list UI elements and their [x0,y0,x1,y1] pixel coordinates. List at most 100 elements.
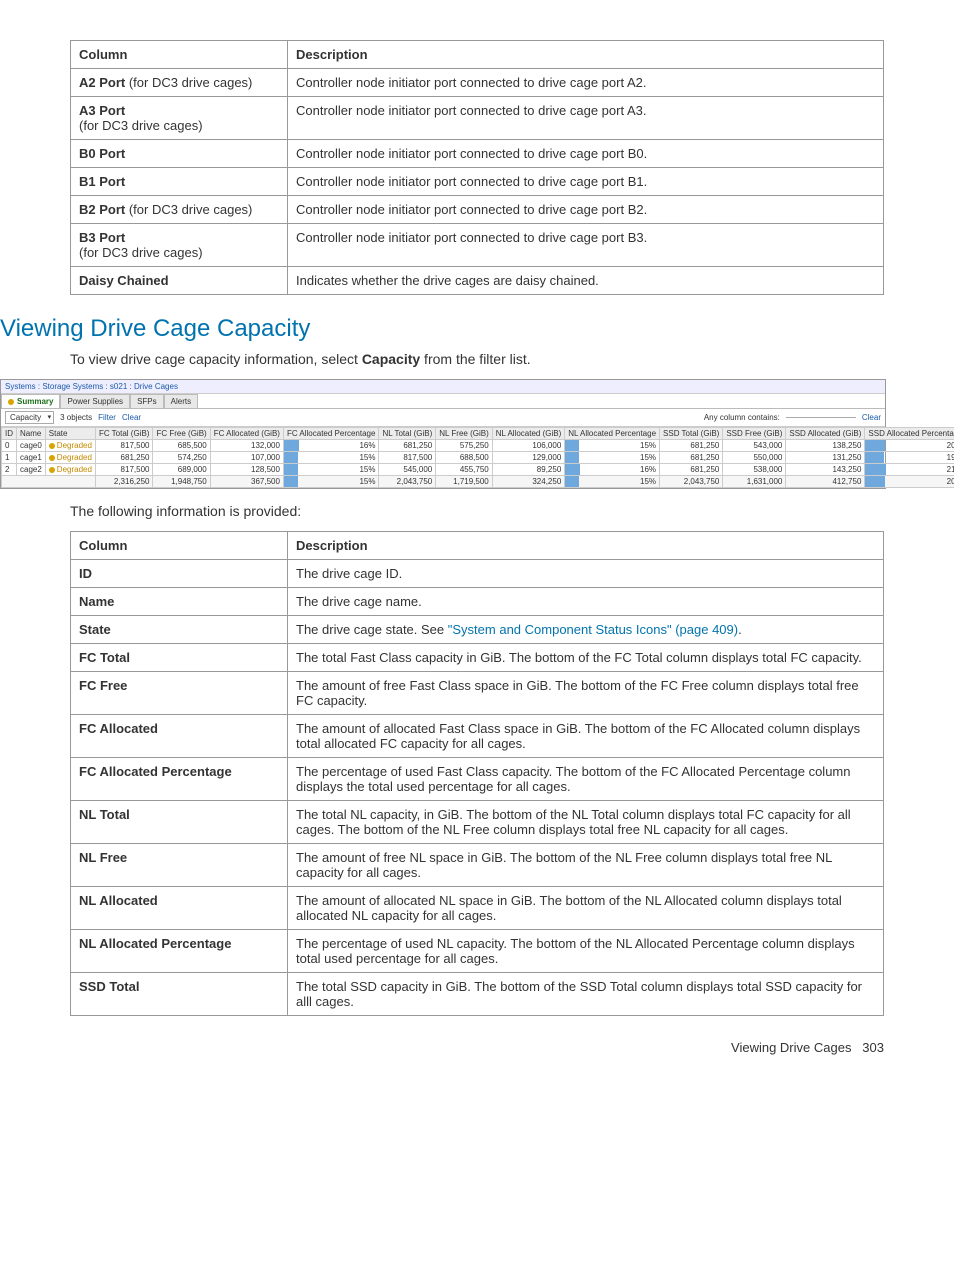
table-row: FC TotalThe total Fast Class capacity in… [71,644,884,672]
pct-cell: 15% [283,452,379,464]
col-fctotal[interactable]: FC Total (GiB) [95,428,153,440]
grid-row[interactable]: 2cage2Degraded817,500689,000128,50015%54… [2,464,954,476]
col-fcfree[interactable]: FC Free (GiB) [153,428,210,440]
cell: 817,500 [379,452,436,464]
total-sst: 2,043,750 [660,476,723,488]
col-nlpct[interactable]: NL Allocated Percentage [565,428,660,440]
ports-table: Column Description A2 Port (for DC3 driv… [70,40,884,295]
col-cell: FC Free [71,672,288,715]
pct-cell: 20% [865,440,954,452]
cell: 575,250 [436,440,493,452]
toolbar: Capacity 3 objects Filter Clear Any colu… [1,409,885,427]
cell: 689,000 [153,464,210,476]
cell: 681,250 [379,440,436,452]
col-cell: ID [71,560,288,588]
col-head-description: Description [288,532,884,560]
col-id[interactable]: ID [2,428,17,440]
desc-cell: The amount of free Fast Class space in G… [288,672,884,715]
col-cell: Daisy Chained [71,267,288,295]
col-fcalloc[interactable]: FC Allocated (GiB) [210,428,283,440]
col-cell: NL Allocated Percentage [71,930,288,973]
clear-link-2[interactable]: Clear [862,413,881,422]
total-fcf: 1,948,750 [153,476,210,488]
cell: 138,250 [786,440,865,452]
breadcrumb: Systems : Storage Systems : s021 : Drive… [1,380,885,394]
filter-input[interactable] [786,417,856,418]
xref-link[interactable]: "System and Component Status Icons" (pag… [448,622,738,637]
col-ssdtotal[interactable]: SSD Total (GiB) [660,428,723,440]
grid-row[interactable]: 0cage0Degraded817,500685,500132,00016%68… [2,440,954,452]
desc-cell: The drive cage name. [288,588,884,616]
col-cell: NL Free [71,844,288,887]
tab-sfps[interactable]: SFPs [130,394,164,408]
table-row: B0 Port Controller node initiator port c… [71,140,884,168]
col-ssdfree[interactable]: SSD Free (GiB) [723,428,786,440]
col-head-column: Column [71,41,288,69]
total-ssp: 20% [865,476,954,488]
grid-row[interactable]: 1cage1Degraded681,250574,250107,00015%81… [2,452,954,464]
clear-link[interactable]: Clear [122,413,141,422]
desc-cell: Controller node initiator port connected… [288,140,884,168]
pct-cell: 16% [565,464,660,476]
table-row: FC AllocatedThe amount of allocated Fast… [71,715,884,758]
desc-cell: The total NL capacity, in GiB. The botto… [288,801,884,844]
total-fcp: 15% [283,476,379,488]
totals-row: 2,316,250 1,948,750 367,500 15% 2,043,75… [2,476,954,488]
desc-cell: Controller node initiator port connected… [288,97,884,140]
cell: cage1 [17,452,46,464]
col-cell: FC Allocated [71,715,288,758]
col-name[interactable]: Name [17,428,46,440]
table-row: NL Allocated PercentageThe percentage of… [71,930,884,973]
col-nlfree[interactable]: NL Free (GiB) [436,428,493,440]
tab-power-supplies[interactable]: Power Supplies [60,394,130,408]
state-cell: Degraded [45,464,95,476]
col-head-column: Column [71,532,288,560]
table-row: StateThe drive cage state. See "System a… [71,616,884,644]
tab-alerts[interactable]: Alerts [164,394,198,408]
cell: 817,500 [95,464,153,476]
page-footer: Viewing Drive Cages 303 [70,1040,884,1055]
filter-dropdown[interactable]: Capacity [5,411,54,424]
desc-cell: Indicates whether the drive cages are da… [288,267,884,295]
table-row: B2 Port (for DC3 drive cages) Controller… [71,196,884,224]
col-cell: B3 Port(for DC3 drive cages) [71,224,288,267]
pct-cell: 15% [565,440,660,452]
section-heading: Viewing Drive Cage Capacity [0,315,884,343]
cell: 681,250 [660,452,723,464]
table-row: A3 Port(for DC3 drive cages) Controller … [71,97,884,140]
col-cell: A2 Port (for DC3 drive cages) [71,69,288,97]
col-ssdalloc[interactable]: SSD Allocated (GiB) [786,428,865,440]
col-cell: B1 Port [71,168,288,196]
total-fca: 367,500 [210,476,283,488]
cell: 1 [2,452,17,464]
cell: cage2 [17,464,46,476]
col-ssdpct[interactable]: SSD Allocated Percentage [865,428,954,440]
desc-cell: Controller node initiator port connected… [288,69,884,97]
capacity-grid: ID Name State FC Total (GiB) FC Free (Gi… [1,427,954,488]
cell: 0 [2,440,17,452]
pct-cell: 19% [865,452,954,464]
desc-cell: The percentage of used Fast Class capaci… [288,758,884,801]
desc-cell: Controller node initiator port connected… [288,196,884,224]
table-row: FC Allocated PercentageThe percentage of… [71,758,884,801]
objects-count: 3 objects [60,413,92,422]
col-fcpct[interactable]: FC Allocated Percentage [283,428,379,440]
col-state[interactable]: State [45,428,95,440]
col-nltotal[interactable]: NL Total (GiB) [379,428,436,440]
cell: 107,000 [210,452,283,464]
filter-link[interactable]: Filter [98,413,116,422]
desc-cell: The total SSD capacity in GiB. The botto… [288,973,884,1016]
col-cell: NL Allocated [71,887,288,930]
table-row: IDThe drive cage ID. [71,560,884,588]
desc-cell: The total Fast Class capacity in GiB. Th… [288,644,884,672]
total-nla: 324,250 [492,476,565,488]
table-row: NameThe drive cage name. [71,588,884,616]
cell: 131,250 [786,452,865,464]
table-row: Daisy Chained Indicates whether the driv… [71,267,884,295]
warning-icon [8,399,14,405]
tab-summary[interactable]: Summary [1,394,60,408]
desc-cell: Controller node initiator port connected… [288,224,884,267]
col-nlalloc[interactable]: NL Allocated (GiB) [492,428,565,440]
desc-cell: The amount of free NL space in GiB. The … [288,844,884,887]
cell: 688,500 [436,452,493,464]
